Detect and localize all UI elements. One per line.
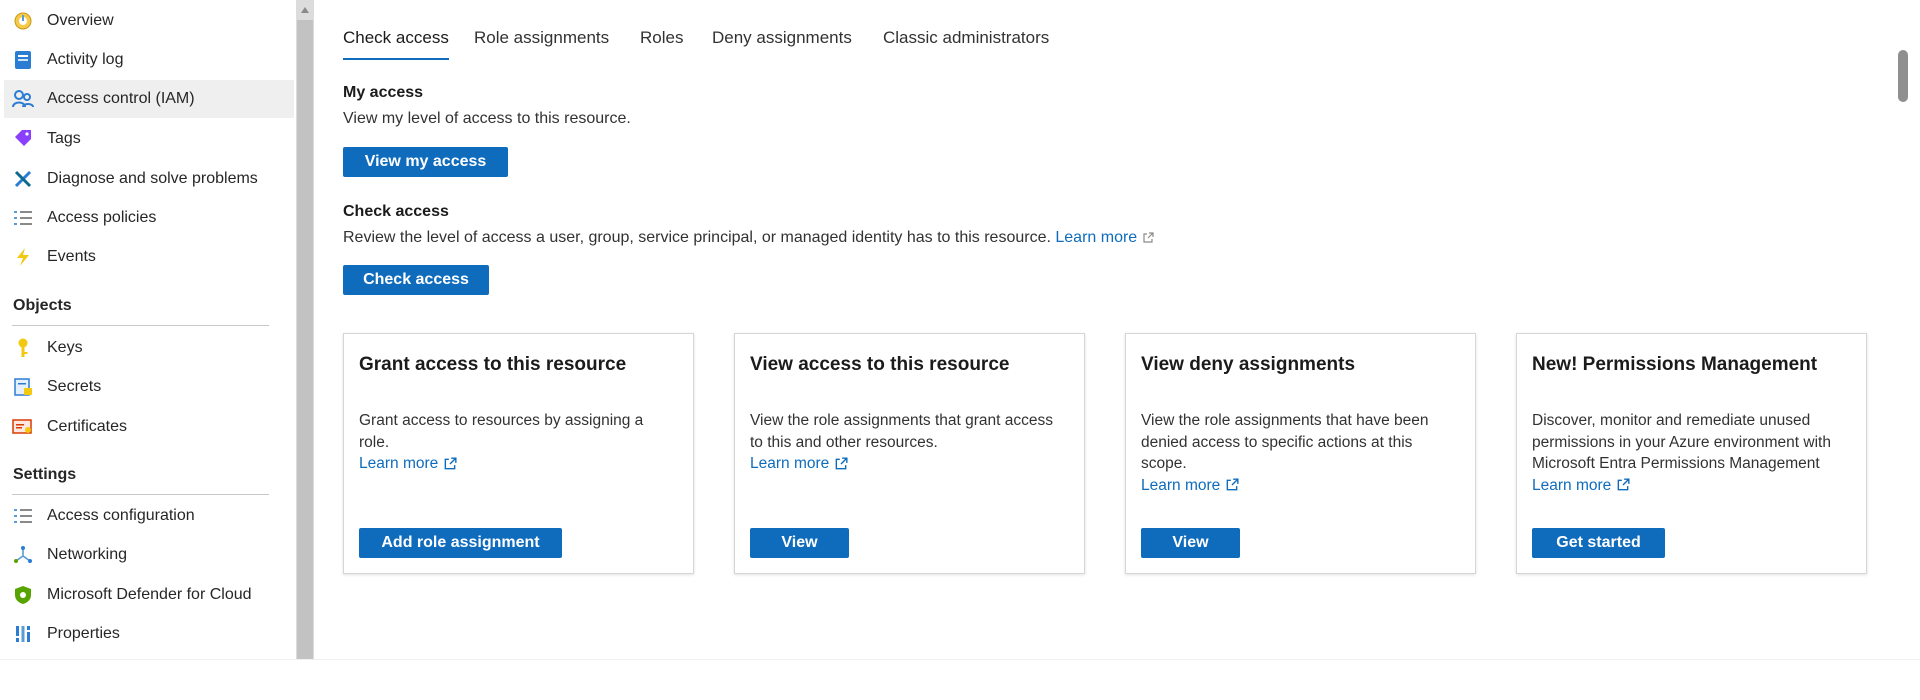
- card-description: Discover, monitor and remediate unused p…: [1532, 410, 1850, 496]
- nav-item-label: Events: [47, 248, 96, 265]
- card-description-text: View the role assignments that have been…: [1141, 412, 1429, 472]
- nav-item-tags[interactable]: Tags: [4, 120, 294, 158]
- nav-item-secrets[interactable]: Secrets: [4, 368, 294, 406]
- learn-more-link[interactable]: Learn more: [1141, 475, 1239, 497]
- view-role-assignments-button[interactable]: View: [750, 528, 849, 558]
- nav-item-properties[interactable]: Properties: [4, 615, 294, 653]
- view-my-access-button[interactable]: View my access: [343, 147, 508, 177]
- external-link-icon: [1143, 232, 1154, 243]
- nav-item-diagnose[interactable]: Diagnose and solve problems: [4, 160, 294, 198]
- nav-item-label: Keys: [47, 339, 83, 356]
- view-deny-assignments-card: View deny assignments View the role assi…: [1125, 333, 1476, 574]
- nav-item-label: Access configuration: [47, 507, 195, 524]
- my-access-description: View my level of access to this resource…: [343, 110, 631, 127]
- nav-item-access-control-iam[interactable]: Access control (IAM): [4, 80, 294, 118]
- key-icon: [12, 337, 34, 359]
- get-started-button[interactable]: Get started: [1532, 528, 1665, 558]
- settings-heading: Settings: [13, 466, 77, 483]
- nav-item-defender[interactable]: Microsoft Defender for Cloud: [4, 576, 294, 614]
- bottom-strip: [0, 659, 1920, 700]
- card-description-text: View the role assignments that grant acc…: [750, 412, 1053, 451]
- list-icon: [12, 505, 34, 527]
- tab-role-assignments[interactable]: Role assignments: [474, 28, 609, 48]
- scroll-up-arrow-icon[interactable]: [301, 7, 309, 13]
- external-link-icon: [1617, 478, 1630, 491]
- external-link-icon: [835, 457, 848, 470]
- tab-classic-administrators[interactable]: Classic administrators: [883, 28, 1049, 48]
- overview-icon: [12, 10, 34, 32]
- card-title: New! Permissions Management: [1532, 354, 1818, 375]
- nav-item-label: Secrets: [47, 378, 102, 395]
- learn-more-link[interactable]: Learn more: [1532, 475, 1630, 497]
- nav-item-activity-log[interactable]: Activity log: [4, 41, 294, 79]
- card-description: Grant access to resources by assigning a…: [359, 410, 677, 475]
- nav-item-overview[interactable]: Overview: [4, 2, 294, 40]
- view-deny-assignments-button[interactable]: View: [1141, 528, 1240, 558]
- properties-icon: [12, 623, 34, 645]
- nav-item-label: Overview: [47, 12, 114, 29]
- scrollbar-thumb[interactable]: [297, 20, 313, 659]
- learn-more-label: Learn more: [1532, 476, 1612, 494]
- my-access-heading: My access: [343, 84, 424, 101]
- nav-item-events[interactable]: Events: [4, 238, 294, 276]
- card-description-text: Discover, monitor and remediate unused p…: [1532, 412, 1831, 472]
- nav-item-access-policies[interactable]: Access policies: [4, 199, 294, 237]
- secret-icon: [12, 376, 34, 398]
- check-access-description: Review the level of access a user, group…: [343, 229, 1051, 246]
- learn-more-label: Learn more: [1055, 229, 1138, 246]
- nav-item-label: Properties: [47, 625, 120, 642]
- grant-access-card: Grant access to this resource Grant acce…: [343, 333, 694, 574]
- card-title: View deny assignments: [1141, 354, 1356, 375]
- tab-roles[interactable]: Roles: [640, 28, 683, 48]
- check-access-heading: Check access: [343, 203, 449, 220]
- nav-item-access-configuration[interactable]: Access configuration: [4, 497, 294, 535]
- sidebar-scrollbar[interactable]: [296, 0, 314, 659]
- iam-icon: [12, 88, 34, 110]
- nav-item-label: Networking: [47, 546, 128, 563]
- card-title: View access to this resource: [750, 354, 1010, 375]
- tab-check-access[interactable]: Check access: [343, 28, 449, 60]
- card-description-text: Grant access to resources by assigning a…: [359, 412, 644, 451]
- add-role-assignment-button[interactable]: Add role assignment: [359, 528, 562, 558]
- activity-log-icon: [12, 49, 34, 71]
- check-access-button[interactable]: Check access: [343, 265, 489, 295]
- learn-more-label: Learn more: [1141, 476, 1221, 494]
- divider: [12, 494, 269, 495]
- nav-item-certificates[interactable]: Certificates: [4, 408, 294, 446]
- lightning-icon: [12, 246, 34, 268]
- card-title: Grant access to this resource: [359, 354, 627, 375]
- list-icon: [12, 207, 34, 229]
- nav-item-label: Activity log: [47, 51, 124, 68]
- permissions-management-card: New! Permissions Management Discover, mo…: [1516, 333, 1867, 574]
- nav-item-keys[interactable]: Keys: [4, 329, 294, 367]
- nav-item-label: Access control (IAM): [47, 90, 195, 107]
- external-link-icon: [444, 457, 457, 470]
- view-access-card: View access to this resource View the ro…: [734, 333, 1085, 574]
- nav-item-label: Microsoft Defender for Cloud: [47, 586, 252, 603]
- divider: [12, 325, 269, 326]
- objects-heading: Objects: [13, 297, 72, 314]
- card-description: View the role assignments that have been…: [1141, 410, 1459, 496]
- learn-more-link[interactable]: Learn more: [1055, 229, 1154, 246]
- learn-more-label: Learn more: [359, 455, 439, 472]
- resource-menu: Overview Activity log Access control (IA…: [0, 0, 296, 659]
- learn-more-link[interactable]: Learn more: [750, 453, 848, 475]
- nav-item-label: Diagnose and solve problems: [47, 170, 258, 187]
- nav-item-label: Certificates: [47, 418, 128, 435]
- certificate-icon: [12, 416, 34, 438]
- wrench-icon: [12, 168, 34, 190]
- shield-icon: [12, 584, 34, 606]
- main-scrollbar-thumb[interactable]: [1898, 50, 1908, 102]
- learn-more-link[interactable]: Learn more: [359, 453, 457, 475]
- check-access-description-row: Review the level of access a user, group…: [343, 229, 1154, 247]
- nav-item-label: Access policies: [47, 209, 157, 226]
- nav-item-networking[interactable]: Networking: [4, 536, 294, 574]
- external-link-icon: [1226, 478, 1239, 491]
- tab-deny-assignments[interactable]: Deny assignments: [712, 28, 852, 48]
- card-description: View the role assignments that grant acc…: [750, 410, 1068, 475]
- tag-icon: [12, 128, 34, 150]
- network-icon: [12, 544, 34, 566]
- learn-more-label: Learn more: [750, 455, 830, 472]
- nav-item-label: Tags: [47, 130, 81, 147]
